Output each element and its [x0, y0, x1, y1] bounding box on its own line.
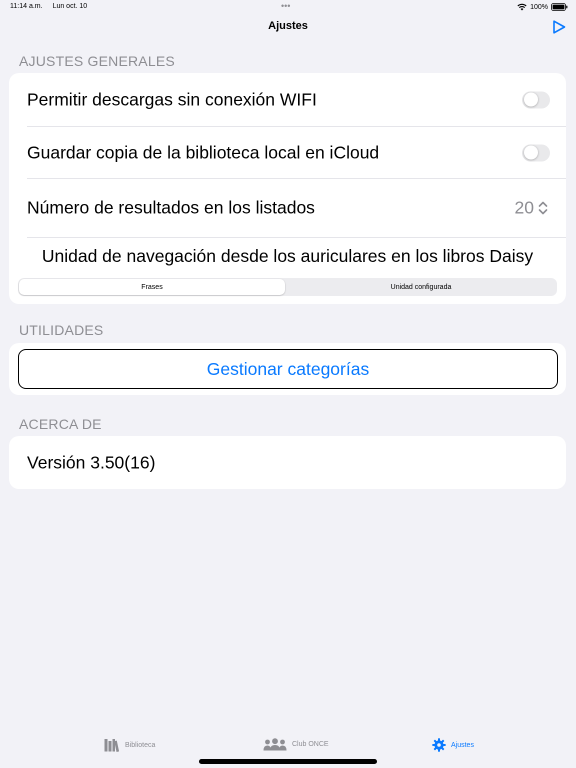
toggle-knob: [523, 145, 538, 160]
home-indicator[interactable]: [199, 759, 377, 764]
status-date: Lun oct. 10: [52, 3, 88, 10]
wifi-icon: [517, 3, 527, 11]
wifi-downloads-toggle[interactable]: [522, 91, 550, 108]
status-right: 100%: [517, 3, 568, 11]
play-icon: [552, 20, 566, 38]
tab-label: Biblioteca: [125, 741, 156, 749]
manage-categories-button[interactable]: Gestionar categorías: [18, 349, 558, 389]
daisy-navigation-label: Unidad de navegación desde los auricular…: [41, 246, 534, 266]
multitasking-dots[interactable]: •••: [281, 1, 290, 11]
section-header-general: AJUSTES GENERALES: [19, 53, 175, 69]
wifi-downloads-label: Permitir descargas sin conexión WIFI: [27, 89, 317, 109]
tab-label: Ajustes: [451, 741, 474, 749]
section-header-about: ACERCA DE: [19, 416, 102, 432]
play-button[interactable]: [552, 20, 566, 34]
chevron-up-down-icon[interactable]: [538, 201, 548, 215]
tab-biblioteca[interactable]: Biblioteca: [104, 738, 155, 752]
group-icon: [263, 738, 287, 751]
gear-icon: [432, 738, 446, 752]
status-left: 11:14 a.m. Lun oct. 10: [10, 3, 87, 10]
daisy-navigation-segmented-control: Frases Unidad configurada: [18, 278, 557, 296]
segment-frases[interactable]: Frases: [19, 279, 285, 295]
status-bar: 11:14 a.m. Lun oct. 10 ••• 100%: [0, 0, 576, 14]
results-count-value[interactable]: 20: [515, 198, 534, 219]
icloud-backup-label: Guardar copia de la biblioteca local en …: [27, 142, 380, 162]
about-card: Versión 3.50(16): [9, 436, 566, 489]
battery-icon: [551, 3, 568, 11]
toggle-knob: [523, 92, 538, 107]
general-settings-card: Permitir descargas sin conexión WIFI Gua…: [9, 73, 566, 304]
utilities-card: Gestionar categorías: [9, 343, 566, 395]
divider: [27, 237, 566, 238]
tab-label: Club ONCE: [292, 741, 329, 748]
version-label: Versión 3.50(16): [27, 452, 156, 472]
wifi-downloads-row: Permitir descargas sin conexión WIFI: [9, 73, 566, 126]
segment-unidad-configurada[interactable]: Unidad configurada: [286, 279, 556, 295]
battery-percent: 100%: [530, 3, 548, 11]
tab-club-once[interactable]: Club ONCE: [263, 738, 329, 751]
results-count-row[interactable]: Número de resultados en los listados 20: [9, 179, 566, 237]
library-icon: [104, 738, 120, 752]
section-header-utilities: UTILIDADES: [19, 322, 104, 338]
icloud-backup-row: Guardar copia de la biblioteca local en …: [9, 126, 566, 179]
tab-ajustes[interactable]: Ajustes: [432, 738, 474, 752]
results-count-label: Número de resultados en los listados: [27, 197, 315, 218]
page-title: Ajustes: [268, 20, 308, 32]
icloud-backup-toggle[interactable]: [522, 144, 550, 161]
status-time: 11:14 a.m.: [10, 3, 43, 10]
